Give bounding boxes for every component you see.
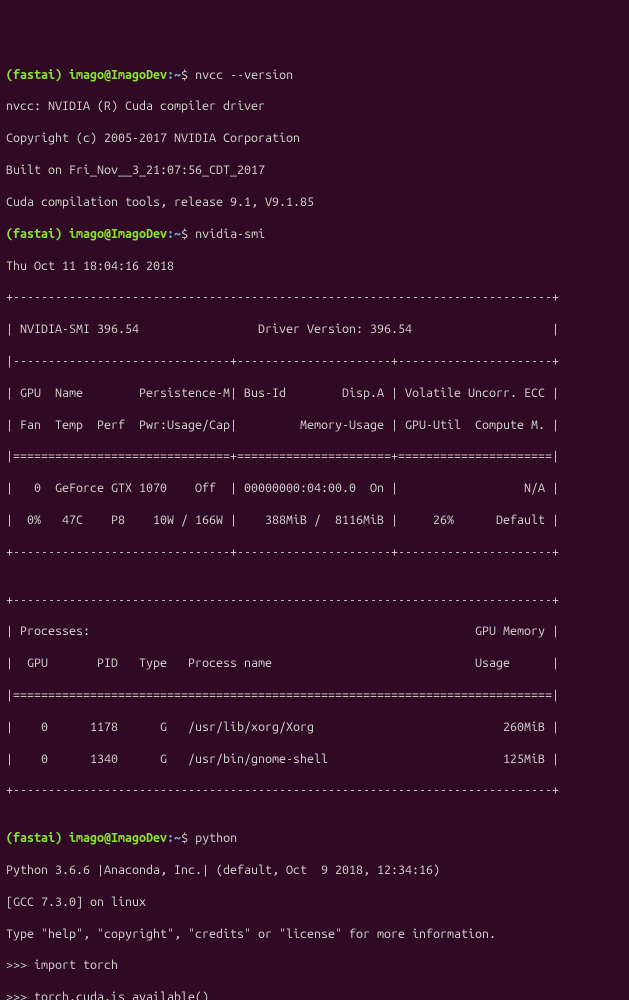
prompt-line-1: (fastai) imago@ImagoDev:~$ nvcc --versio… [6, 68, 623, 84]
python-banner: [GCC 7.3.0] on linux [6, 895, 623, 911]
smi-proc-row: | 0 1340 G /usr/bin/gnome-shell 125MiB | [6, 752, 623, 768]
nvcc-output: nvcc: NVIDIA (R) Cuda compiler driver [6, 99, 623, 115]
smi-gpu-row: | 0 GeForce GTX 1070 Off | 00000000:04:0… [6, 481, 623, 497]
command-nvcc: nvcc --version [195, 68, 293, 82]
smi-gpu-row: | 0% 47C P8 10W / 166W | 388MiB / 8116Mi… [6, 513, 623, 529]
smi-proc-row: | 0 1178 G /usr/lib/xorg/Xorg 260MiB | [6, 720, 623, 736]
command-nvidia-smi: nvidia-smi [195, 227, 265, 241]
smi-border: |===============================+=======… [6, 449, 623, 465]
smi-proc-header: | GPU PID Type Process name Usage | [6, 656, 623, 672]
python-input: >>> torch.cuda.is_available() [6, 990, 623, 1000]
smi-version-row: | NVIDIA-SMI 396.54 Driver Version: 396.… [6, 322, 623, 338]
prompt-line-2: (fastai) imago@ImagoDev:~$ nvidia-smi [6, 227, 623, 243]
user-host: imago@ImagoDev [69, 68, 167, 82]
nvcc-output: Copyright (c) 2005-2017 NVIDIA Corporati… [6, 131, 623, 147]
python-banner: Python 3.6.6 |Anaconda, Inc.| (default, … [6, 863, 623, 879]
smi-date: Thu Oct 11 18:04:16 2018 [6, 259, 623, 275]
python-banner: Type "help", "copyright", "credits" or "… [6, 927, 623, 943]
smi-border: |-------------------------------+-------… [6, 354, 623, 370]
venv-name: (fastai) [6, 68, 69, 82]
command-python: python [195, 831, 237, 845]
cwd: : [167, 68, 174, 82]
smi-border: |=======================================… [6, 688, 623, 704]
python-input: >>> import torch [6, 958, 623, 974]
smi-header: | GPU Name Persistence-M| Bus-Id Disp.A … [6, 386, 623, 402]
prompt-line-3: (fastai) imago@ImagoDev:~$ python [6, 831, 623, 847]
smi-proc-header: | Processes: GPU Memory | [6, 624, 623, 640]
smi-border: +---------------------------------------… [6, 290, 623, 306]
smi-header: | Fan Temp Perf Pwr:Usage/Cap| Memory-Us… [6, 418, 623, 434]
smi-border: +---------------------------------------… [6, 783, 623, 799]
smi-border: +---------------------------------------… [6, 593, 623, 609]
nvcc-output: Cuda compilation tools, release 9.1, V9.… [6, 195, 623, 211]
smi-border: +-------------------------------+-------… [6, 545, 623, 561]
nvcc-output: Built on Fri_Nov__3_21:07:56_CDT_2017 [6, 163, 623, 179]
